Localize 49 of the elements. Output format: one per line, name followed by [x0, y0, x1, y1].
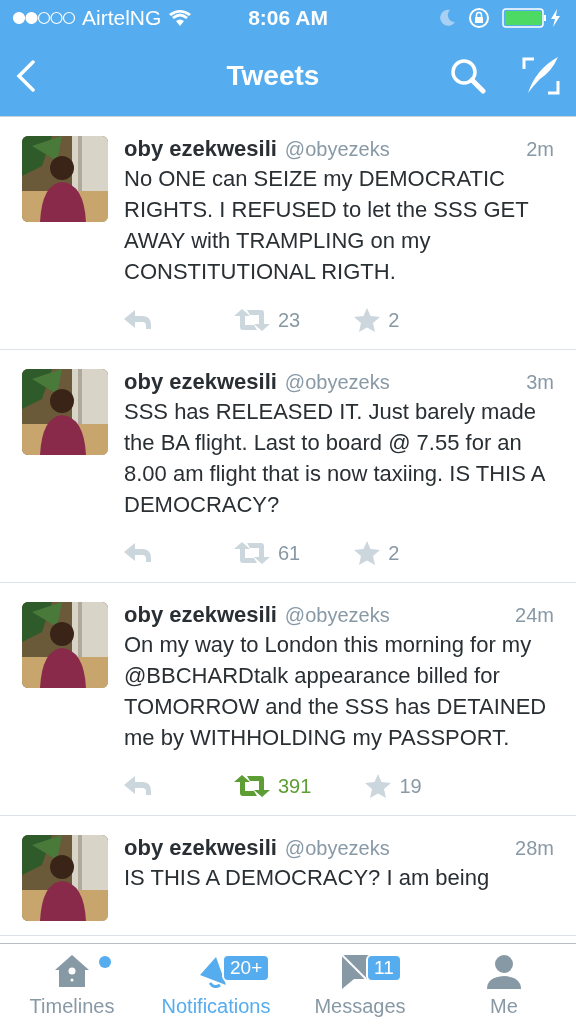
- tweet-time: 2m: [526, 138, 554, 161]
- tweet-text: SSS has RELEASED IT. Just barely made the BA flight. Last to board @ 7.55 for an 8.00 am flight that is now taxiing. IS THIS A DEMOCRACY?: [124, 398, 546, 519]
- count-badge: 20+: [222, 954, 271, 982]
- author-handle: @obyezeks: [284, 837, 391, 860]
- author-handle: @obyezeks: [284, 604, 391, 627]
- screen-title: Tweets: [226, 60, 320, 92]
- tab-item[interactable]: 20+ Notifications: [144, 944, 288, 1024]
- person-icon: [485, 953, 523, 989]
- carrier-name: AirtelNG: [82, 6, 162, 30]
- reply-icon[interactable]: [124, 775, 152, 797]
- tweet-text: IS THIS A DEMOCRACY? I am being: [124, 864, 491, 892]
- retweet-count: 23: [278, 308, 301, 332]
- author-name: oby ezekwesili: [124, 136, 277, 162]
- star-icon[interactable]: [354, 541, 381, 565]
- retweet-icon[interactable]: [234, 309, 270, 331]
- status-time: 8:06 AM: [248, 6, 328, 30]
- author-handle: @obyezeks: [284, 138, 391, 161]
- tweet-time: 24m: [515, 604, 554, 627]
- moon-icon: [438, 9, 456, 27]
- rotation-lock-icon: [468, 7, 490, 29]
- favorite-count: 2: [388, 308, 400, 332]
- tweet-text: On my way to London this morning for my @BBCHARDtalk appearance billed for TOMORROW and the SSS has DETAINED me by WITHHOLDING my PASSPORT.: [124, 631, 548, 752]
- signal-icon: [12, 11, 76, 25]
- reply-icon[interactable]: [124, 542, 152, 564]
- count-badge: 11: [366, 954, 402, 982]
- tab-item[interactable]: 11 Messages: [288, 944, 432, 1024]
- star-icon[interactable]: [365, 774, 392, 798]
- retweet-icon[interactable]: [234, 542, 270, 564]
- wifi-icon: [169, 10, 192, 26]
- tweet-text: No ONE can SEIZE my DEMOCRATIC RIGHTS. I REFUSED to let the SSS GET AWAY with TRAMPLING on my CONSTITUTIONAL RIGTH.: [124, 165, 530, 286]
- back-icon[interactable]: [16, 60, 36, 92]
- author-name: oby ezekwesili: [124, 835, 277, 861]
- author-name: oby ezekwesili: [124, 369, 277, 395]
- star-icon[interactable]: [354, 308, 381, 332]
- tweet-time: 3m: [526, 371, 554, 394]
- author-name: oby ezekwesili: [124, 602, 277, 628]
- retweet-count: 391: [278, 774, 312, 798]
- retweet-icon[interactable]: [234, 775, 270, 797]
- retweet-count: 61: [278, 541, 301, 565]
- search-icon[interactable]: [450, 58, 486, 94]
- favorite-count: 2: [388, 541, 400, 565]
- tab-item[interactable]: Timelines: [0, 944, 144, 1024]
- favorite-count: 19: [399, 774, 422, 798]
- tab-item[interactable]: Me: [432, 944, 576, 1024]
- tweet-time: 28m: [515, 837, 554, 860]
- reply-icon[interactable]: [124, 309, 152, 331]
- birdhouse-icon: [54, 953, 90, 989]
- compose-icon[interactable]: [522, 57, 560, 95]
- author-handle: @obyezeks: [284, 371, 391, 394]
